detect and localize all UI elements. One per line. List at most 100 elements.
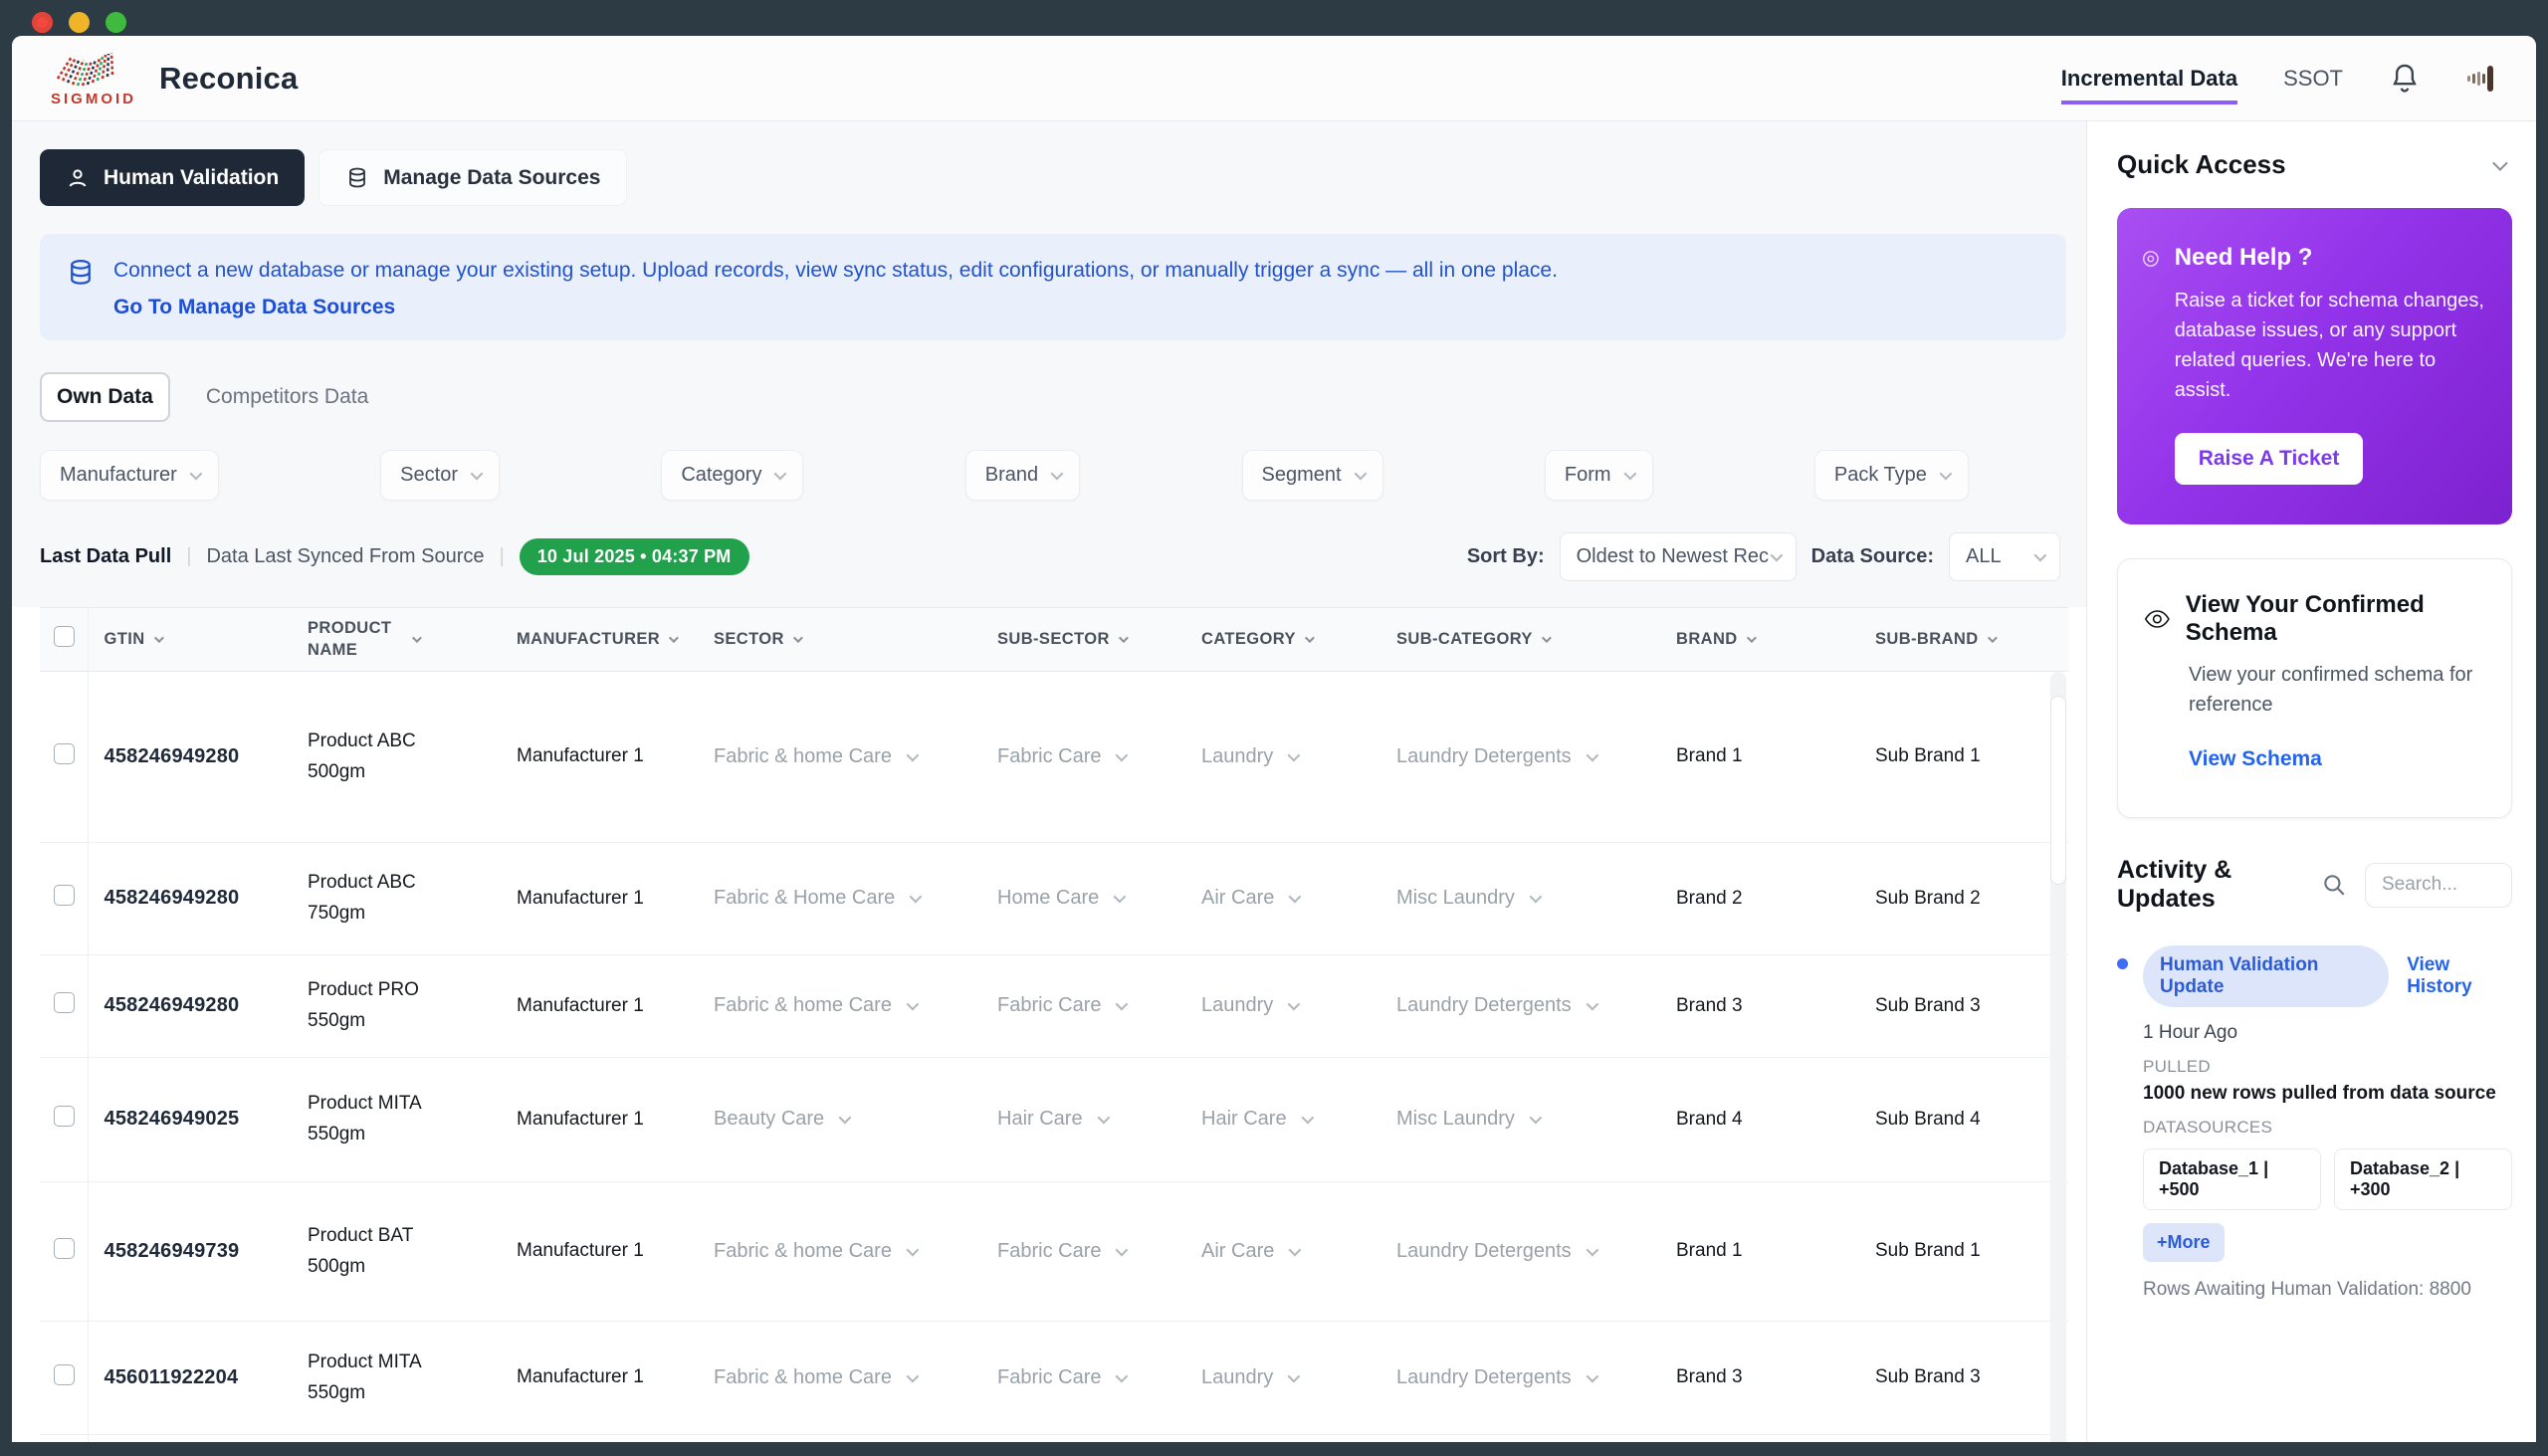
row-checkbox[interactable] xyxy=(54,885,75,906)
sub-category-select[interactable]: Misc Laundry xyxy=(1396,887,1539,910)
tab-competitors-data[interactable]: Competitors Data xyxy=(206,385,368,409)
sub-category-select[interactable]: Laundry Detergents xyxy=(1396,745,1595,768)
column-header-sector[interactable]: SECTOR xyxy=(698,607,981,671)
filter-segment[interactable]: Segment xyxy=(1242,450,1383,501)
chevron-down-icon xyxy=(1119,633,1129,643)
row-checkbox[interactable] xyxy=(54,1106,75,1127)
sub-sector-select[interactable]: Hair Care xyxy=(997,1108,1107,1131)
column-header-sub-category[interactable]: SUB-CATEGORY xyxy=(1380,607,1660,671)
row-checkbox[interactable] xyxy=(54,743,75,764)
chevron-down-icon xyxy=(1586,1369,1598,1382)
sub-sector-select[interactable]: Fabric Care xyxy=(997,1366,1125,1389)
sub-category-select[interactable]: Misc Laundry xyxy=(1396,1108,1539,1131)
human-validation-button[interactable]: Human Validation xyxy=(40,149,305,206)
row-checkbox[interactable] xyxy=(54,1364,75,1385)
manage-data-sources-button[interactable]: Manage Data Sources xyxy=(318,149,627,206)
chevron-down-icon xyxy=(1542,633,1552,643)
product-name-cell: Product BAT500gm xyxy=(292,1181,501,1321)
data-source-select[interactable]: ALL xyxy=(1949,532,2060,581)
activity-search-input[interactable] xyxy=(2365,863,2512,908)
column-header-manufacturer[interactable]: MANUFACTURER xyxy=(501,607,698,671)
column-header-brand[interactable]: BRAND xyxy=(1660,607,1859,671)
category-select[interactable]: Air Care xyxy=(1201,887,1298,910)
quick-access-header[interactable]: Quick Access xyxy=(2117,149,2512,180)
brand-cell: Brand 3 xyxy=(1660,1434,1859,1442)
filter-sector[interactable]: Sector xyxy=(380,450,500,501)
brand-cell: Brand 2 xyxy=(1660,842,1859,954)
filter-brand[interactable]: Brand xyxy=(965,450,1080,501)
category-select[interactable]: Laundry xyxy=(1201,994,1297,1017)
chevron-down-icon xyxy=(1529,1112,1542,1125)
sub-category-select[interactable]: Laundry Detergents xyxy=(1396,1240,1595,1263)
entry-time: 1 Hour Ago xyxy=(2143,1022,2512,1044)
close-window-icon[interactable] xyxy=(32,12,53,33)
sigmoid-wordmark: SIGMOID xyxy=(51,91,136,107)
category-select[interactable]: Hair Care xyxy=(1201,1108,1311,1131)
minimize-window-icon[interactable] xyxy=(69,12,90,33)
tab-own-data[interactable]: Own Data xyxy=(40,372,170,422)
category-select[interactable]: Laundry xyxy=(1201,745,1297,768)
gtin-cell: 458246949280 xyxy=(88,671,292,842)
sub-sector-select[interactable]: Fabric Care xyxy=(997,745,1125,768)
column-header-sub-brand[interactable]: SUB-BRAND xyxy=(1859,607,2068,671)
more-datasources-chip[interactable]: +More xyxy=(2143,1223,2225,1262)
table-row: 458246949025Product MITA550gmManufacture… xyxy=(40,1057,2068,1181)
sub-category-select[interactable]: Laundry Detergents xyxy=(1396,1366,1595,1389)
filter-form[interactable]: Form xyxy=(1545,450,1653,501)
select-all-checkbox[interactable] xyxy=(54,626,75,647)
sector-select[interactable]: Fabric & Home Care xyxy=(714,887,919,910)
divider: | xyxy=(499,545,504,568)
table-row: 458246949739Product BAT500gmManufacturer… xyxy=(40,1181,2068,1321)
row-checkbox[interactable] xyxy=(54,992,75,1013)
tab-ssot[interactable]: SSOT xyxy=(2283,66,2343,92)
window-controls[interactable] xyxy=(32,12,126,33)
view-history-link[interactable]: View History xyxy=(2407,954,2512,998)
table-row: 458246949280Product ABC500gmManufacturer… xyxy=(40,671,2068,842)
human-validation-update-badge[interactable]: Human Validation Update xyxy=(2143,945,2389,1007)
sub-sector-select[interactable]: Fabric Care xyxy=(997,994,1125,1017)
filter-category[interactable]: Category xyxy=(661,450,803,501)
column-header-product-name[interactable]: PRODUCT NAME xyxy=(292,607,501,671)
filter-manufacturer[interactable]: Manufacturer xyxy=(40,450,219,501)
filter-pack-type[interactable]: Pack Type xyxy=(1814,450,1969,501)
raise-a-ticket-button[interactable]: Raise A Ticket xyxy=(2175,433,2364,485)
activity-title: Activity & Updates xyxy=(2117,856,2303,914)
column-header-sub-sector[interactable]: SUB-SECTOR xyxy=(981,607,1185,671)
view-schema-link[interactable]: View Schema xyxy=(2189,747,2322,770)
chevron-down-icon xyxy=(1289,1243,1302,1256)
row-checkbox[interactable] xyxy=(54,1238,75,1259)
tab-incremental-data[interactable]: Incremental Data xyxy=(2061,66,2237,104)
column-header-gtin[interactable]: GTIN xyxy=(88,607,292,671)
column-header-category[interactable]: CATEGORY xyxy=(1185,607,1380,671)
sector-select[interactable]: Fabric & home Care xyxy=(714,1240,916,1263)
target-circle-icon xyxy=(2141,248,2161,270)
validation-table: GTINPRODUCT NAMEMANUFACTURERSECTORSUB-SE… xyxy=(40,607,2068,1443)
sub-sector-select[interactable]: Fabric Care xyxy=(997,1240,1125,1263)
header-nav: Incremental Data SSOT xyxy=(2061,62,2496,96)
table-scrollbar[interactable] xyxy=(2050,672,2066,1443)
sector-select[interactable]: Beauty Care xyxy=(714,1108,848,1131)
account-brand-mark[interactable] xyxy=(2466,63,2496,95)
brand-cell: Brand 1 xyxy=(1660,1181,1859,1321)
sector-select[interactable]: Fabric & home Care xyxy=(714,745,916,768)
scrollbar-thumb[interactable] xyxy=(2050,696,2066,885)
sector-select[interactable]: Fabric & home Care xyxy=(714,1366,916,1389)
sub-category-select[interactable]: Laundry Detergents xyxy=(1396,994,1595,1017)
notifications-button[interactable] xyxy=(2389,62,2421,96)
chevron-down-icon xyxy=(1114,891,1127,904)
sector-select[interactable]: Fabric & home Care xyxy=(714,994,916,1017)
sort-by-select[interactable]: Oldest to Newest Rec xyxy=(1560,532,1797,581)
datasource-chips: Database_1 | +500Database_2 | +300 xyxy=(2143,1148,2512,1210)
datasource-chip[interactable]: Database_1 | +500 xyxy=(2143,1148,2321,1210)
go-to-manage-data-sources-link[interactable]: Go To Manage Data Sources xyxy=(113,296,395,319)
sub-brand-cell: Sub Brand 5 xyxy=(1859,1434,2068,1442)
manufacturer-cell: Manufacturer 1 xyxy=(501,1181,698,1321)
activity-header: Activity & Updates xyxy=(2117,856,2512,914)
maximize-window-icon[interactable] xyxy=(106,12,126,33)
datasource-chip[interactable]: Database_2 | +300 xyxy=(2334,1148,2512,1210)
divider: | xyxy=(186,545,191,568)
category-select[interactable]: Air Care xyxy=(1201,1240,1298,1263)
category-select[interactable]: Laundry xyxy=(1201,1366,1297,1389)
sub-sector-select[interactable]: Home Care xyxy=(997,887,1123,910)
sub-brand-cell: Sub Brand 2 xyxy=(1859,842,2068,954)
